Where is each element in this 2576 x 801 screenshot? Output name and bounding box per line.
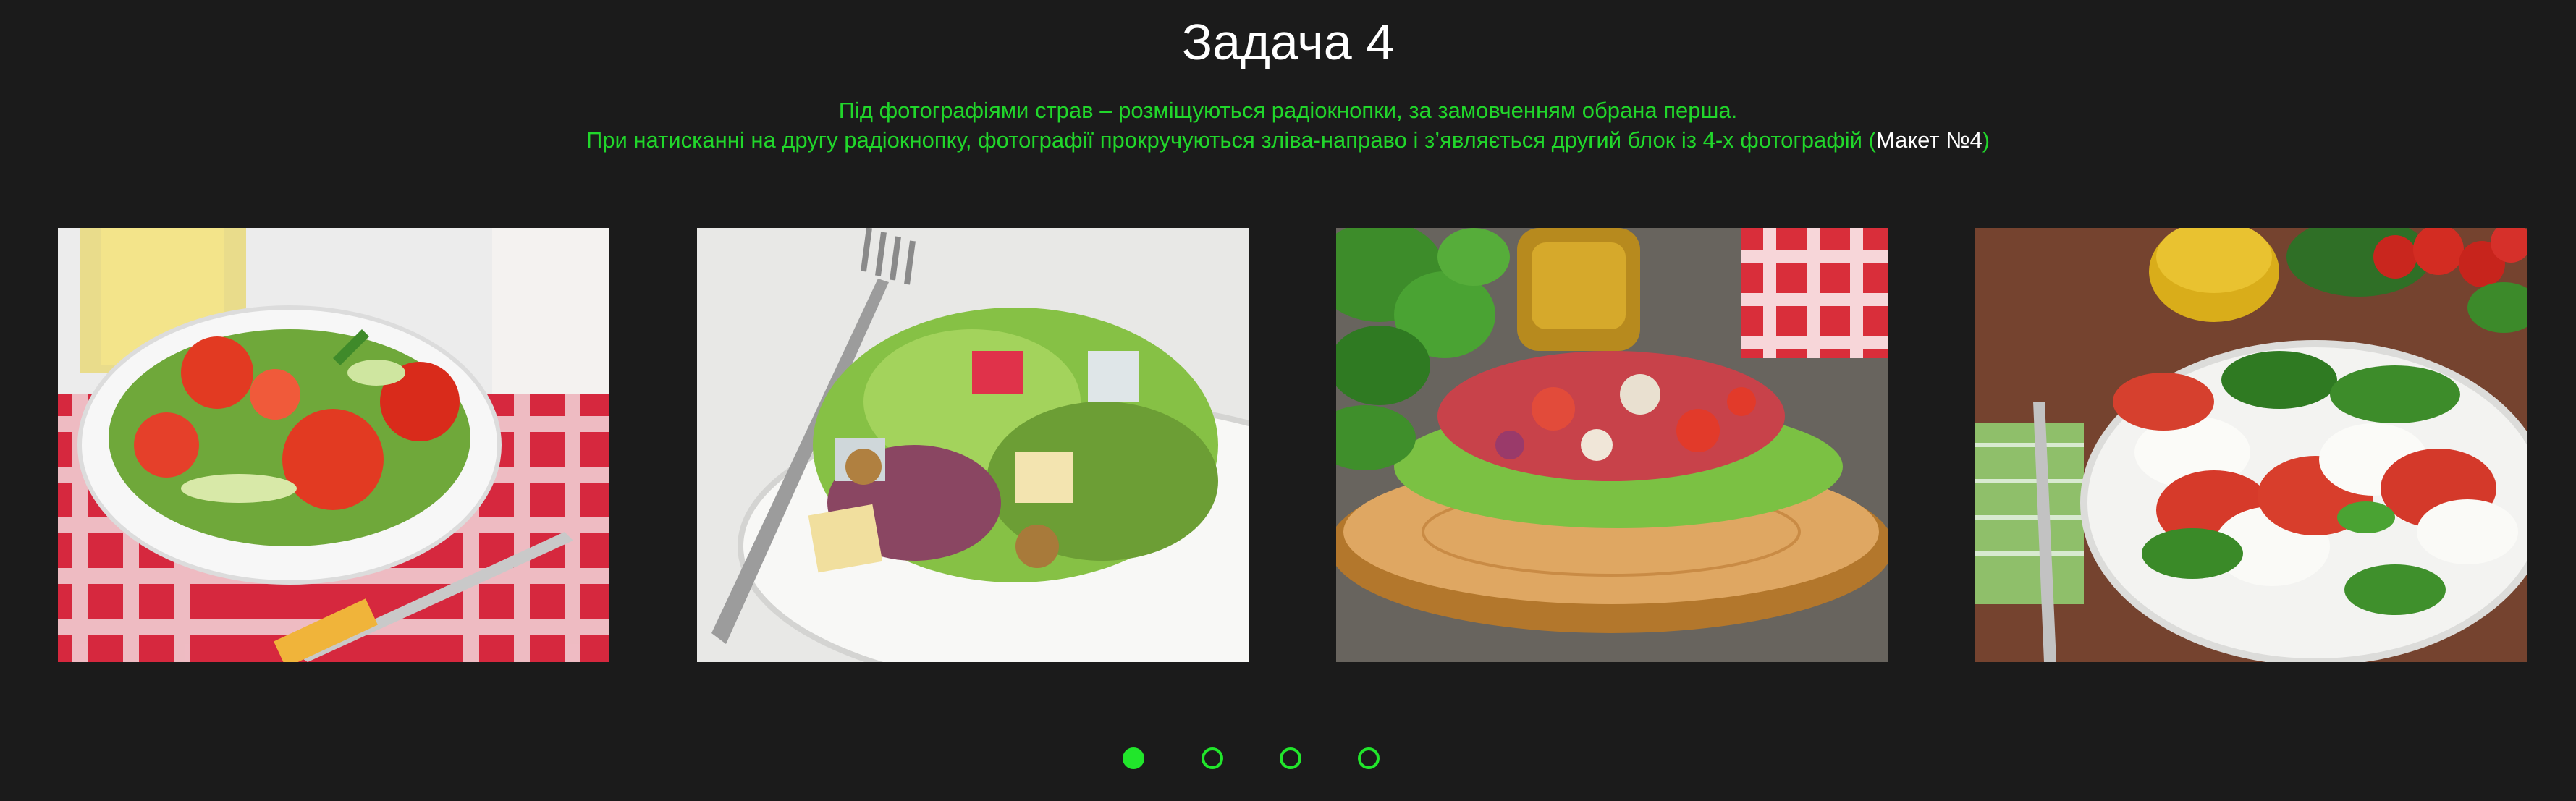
slider-radio-group bbox=[0, 747, 2576, 771]
slider-radio-3[interactable] bbox=[1280, 747, 1301, 769]
description-line-1: Під фотографіями страв – розміщуються ра… bbox=[838, 98, 1738, 123]
description-line-2: При натисканні на другу радіокнопку, фот… bbox=[0, 125, 2576, 155]
page: Задача 4 Під фотографіями страв – розміщ… bbox=[0, 0, 2576, 801]
photo-gallery bbox=[0, 228, 2576, 662]
salad-photo-2 bbox=[697, 228, 1249, 662]
slider-radio-2[interactable] bbox=[1202, 747, 1223, 769]
salad-photo-1 bbox=[58, 228, 609, 662]
page-title: Задача 4 bbox=[1181, 14, 1395, 70]
description-line-2-prefix: При натисканні на другу радіокнопку, фот… bbox=[586, 127, 1876, 153]
salad-photo-4 bbox=[1975, 228, 2527, 662]
slider-radio-1[interactable] bbox=[1123, 747, 1144, 769]
salad-photo-tomato-cucumber-icon bbox=[58, 228, 609, 662]
salad-photo-caprese-icon bbox=[1975, 228, 2527, 662]
task-description: Під фотографіями страв – розміщуються ра… bbox=[0, 96, 2576, 155]
slider-radio-4[interactable] bbox=[1358, 747, 1380, 769]
salad-photo-greens-apple-cheese-icon bbox=[697, 228, 1249, 662]
layout-reference: Макет №4 bbox=[1875, 127, 1982, 153]
description-line-2-suffix: ) bbox=[1982, 127, 1990, 153]
salad-photo-bruschetta-on-wood-icon bbox=[1336, 228, 1888, 662]
salad-photo-3 bbox=[1336, 228, 1888, 662]
